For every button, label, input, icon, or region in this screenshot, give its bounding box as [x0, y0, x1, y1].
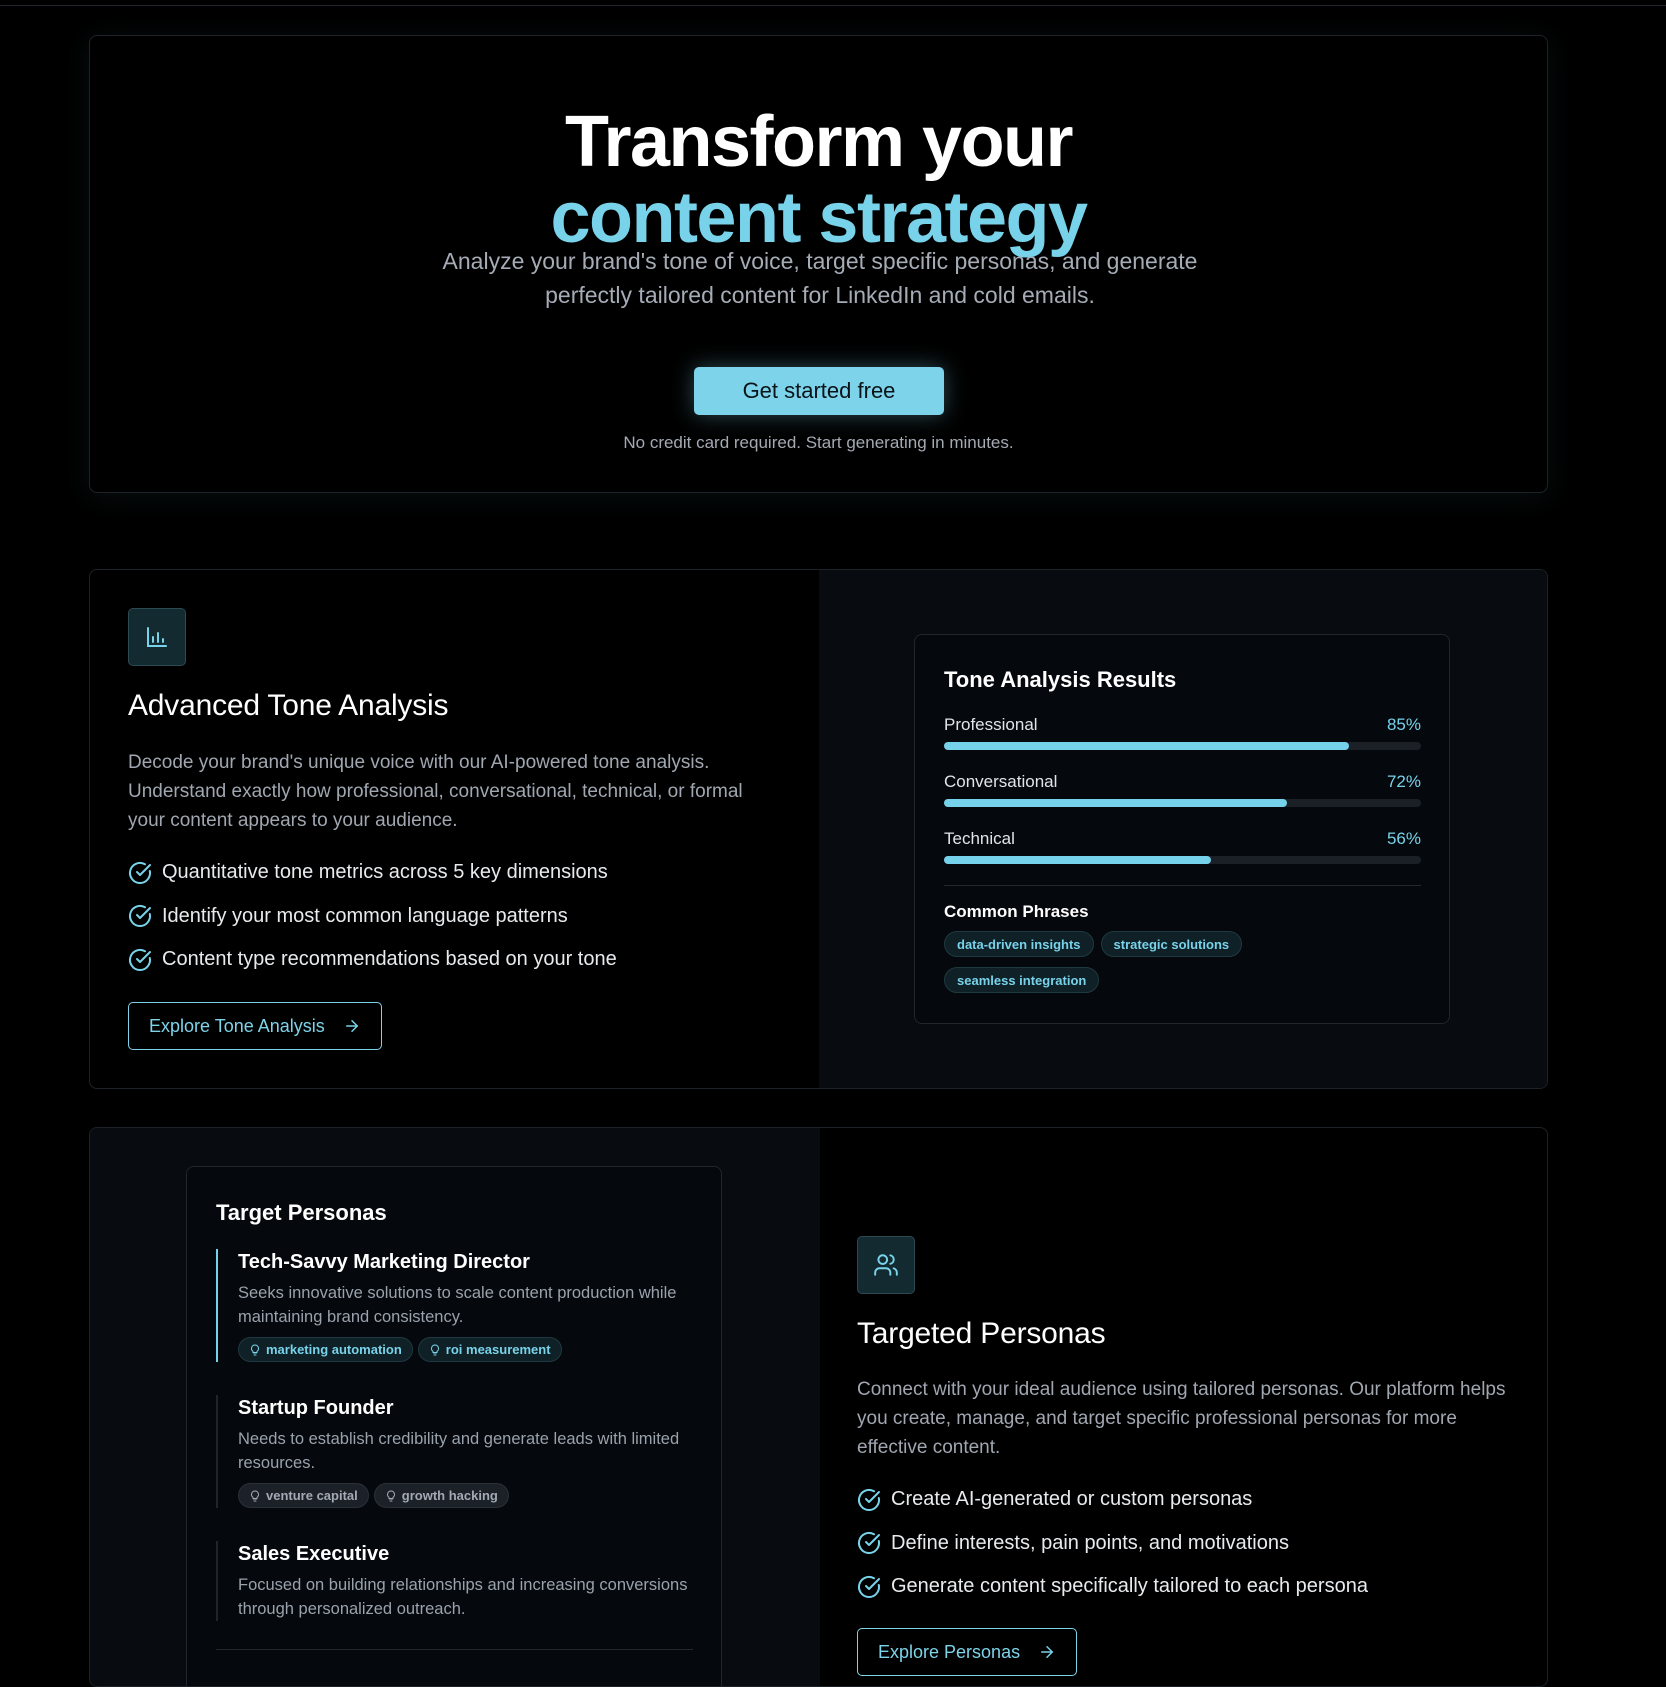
divider — [216, 1649, 693, 1650]
users-icon — [857, 1236, 915, 1294]
bullet-text: Define interests, pain points, and motiv… — [891, 1531, 1289, 1554]
lightbulb-icon — [430, 1343, 439, 1355]
list-item: Identify your most common language patte… — [128, 895, 617, 939]
check-circle-icon — [129, 861, 151, 884]
bullet-text: Generate content specifically tailored t… — [891, 1575, 1368, 1598]
persona-name: Startup Founder — [238, 1397, 394, 1419]
arrow-right-icon — [345, 1020, 358, 1032]
tone-feature-title: Advanced Tone Analysis — [128, 689, 449, 722]
progress-fill — [944, 742, 1350, 750]
explore-personas-button[interactable]: Explore Personas — [857, 1628, 1078, 1676]
tag-label: growth hacking — [401, 1488, 498, 1503]
interest-tag: roi measurement — [417, 1337, 562, 1362]
phrase-chips: data-driven insights strategic solutions … — [944, 931, 1421, 1003]
interest-tag: venture capital — [238, 1483, 369, 1508]
list-item: Quantitative tone metrics across 5 key d… — [128, 851, 617, 895]
check-circle-icon — [129, 948, 151, 971]
bullet-text: Create AI-generated or custom personas — [891, 1488, 1253, 1511]
persona-item-startup-founder[interactable]: Startup Founder Needs to establish credi… — [216, 1395, 693, 1508]
persona-name: Sales Executive — [238, 1543, 390, 1565]
bullet-text: Identify your most common language patte… — [162, 904, 568, 927]
tone-metric-professional: Professional 85% — [944, 715, 1421, 755]
tag-label: roi measurement — [445, 1342, 551, 1357]
lightbulb-icon — [251, 1343, 259, 1355]
metric-value: 72% — [1386, 772, 1421, 791]
tag-label: marketing automation — [266, 1342, 402, 1357]
list-item: Content type recommendations based on yo… — [128, 938, 617, 982]
target-personas-title: Target Personas — [216, 1200, 387, 1225]
tone-results-panel: Tone Analysis Results Professional 85% C… — [914, 634, 1450, 1024]
lightbulb-icon — [251, 1489, 259, 1501]
hero-note: No credit card required. Start generatin… — [623, 433, 1014, 452]
personas-card: Target Personas Tech-Savvy Marketing Dir… — [89, 1127, 1548, 1687]
persona-tags: venture capital growth hacking — [238, 1483, 693, 1508]
check-circle-icon — [858, 1488, 880, 1511]
get-started-button[interactable]: Get started free — [694, 367, 944, 415]
persona-description: Needs to establish credibility and gener… — [238, 1430, 680, 1472]
button-label: Explore Personas — [878, 1641, 1021, 1662]
persona-name: Tech-Savvy Marketing Director — [238, 1251, 530, 1273]
lightbulb-icon — [386, 1489, 395, 1501]
metric-label: Professional — [944, 715, 1038, 734]
persona-description: Focused on building relationships and in… — [238, 1576, 688, 1618]
metric-label: Conversational — [944, 772, 1058, 791]
tone-results-title: Tone Analysis Results — [944, 667, 1177, 692]
hero-section: Transform your content strategy Analyze … — [89, 35, 1548, 493]
check-circle-icon — [858, 1575, 880, 1598]
tag-label: venture capital — [266, 1488, 358, 1503]
tone-feature-list: Quantitative tone metrics across 5 key d… — [128, 851, 617, 982]
persona-item-tech-savvy-marketing-director[interactable]: Tech-Savvy Marketing Director Seeks inno… — [216, 1249, 693, 1362]
bullet-text: Content type recommendations based on yo… — [162, 948, 617, 971]
progress-fill — [944, 799, 1288, 807]
list-item: Define interests, pain points, and motiv… — [857, 1522, 1368, 1566]
check-circle-icon — [129, 905, 151, 928]
progress-track — [944, 856, 1421, 864]
phrase-chip: seamless integration — [944, 967, 1100, 993]
persona-tags: marketing automation roi measurement — [238, 1337, 693, 1362]
hero-title-line1: Transform your — [564, 102, 1074, 182]
top-divider — [0, 5, 1666, 6]
personas-feature-description: Connect with your ideal audience using t… — [857, 1379, 1506, 1458]
check-circle-icon — [858, 1532, 880, 1555]
persona-description: Seeks innovative solutions to scale cont… — [238, 1284, 677, 1326]
button-label: Explore Tone Analysis — [149, 1015, 325, 1036]
progress-track — [944, 799, 1421, 807]
divider — [944, 885, 1421, 886]
tone-analysis-card: Advanced Tone Analysis Decode your brand… — [89, 569, 1548, 1089]
target-personas-panel: Target Personas Tech-Savvy Marketing Dir… — [186, 1166, 722, 1686]
list-item: Generate content specifically tailored t… — [857, 1565, 1368, 1609]
tone-metric-technical: Technical 56% — [944, 829, 1421, 869]
bar-chart-icon — [128, 608, 186, 666]
interest-tag: growth hacking — [373, 1483, 509, 1508]
arrow-right-icon — [1041, 1646, 1054, 1658]
interest-tag: marketing automation — [238, 1337, 413, 1362]
personas-feature-title: Targeted Personas — [857, 1317, 1106, 1350]
progress-fill — [944, 856, 1212, 864]
tone-feature-description: Decode your brand's unique voice with ou… — [128, 752, 743, 831]
metric-label: Technical — [944, 829, 1015, 848]
phrase-chip: data-driven insights — [944, 931, 1094, 957]
metric-value: 85% — [1386, 715, 1421, 734]
tone-metric-conversational: Conversational 72% — [944, 772, 1421, 812]
common-phrases-title: Common Phrases — [944, 902, 1089, 921]
bullet-text: Quantitative tone metrics across 5 key d… — [162, 861, 608, 884]
list-item: Create AI-generated or custom personas — [857, 1478, 1368, 1522]
phrase-chip: strategic solutions — [1100, 931, 1243, 957]
personas-feature-list: Create AI-generated or custom personas D… — [857, 1478, 1368, 1609]
metric-value: 56% — [1386, 829, 1421, 848]
persona-item-sales-executive[interactable]: Sales Executive Focused on building rela… — [216, 1541, 693, 1621]
hero-subtitle: Analyze your brand's tone of voice, targ… — [442, 248, 1198, 308]
explore-tone-analysis-button[interactable]: Explore Tone Analysis — [128, 1002, 382, 1050]
progress-track — [944, 742, 1421, 750]
